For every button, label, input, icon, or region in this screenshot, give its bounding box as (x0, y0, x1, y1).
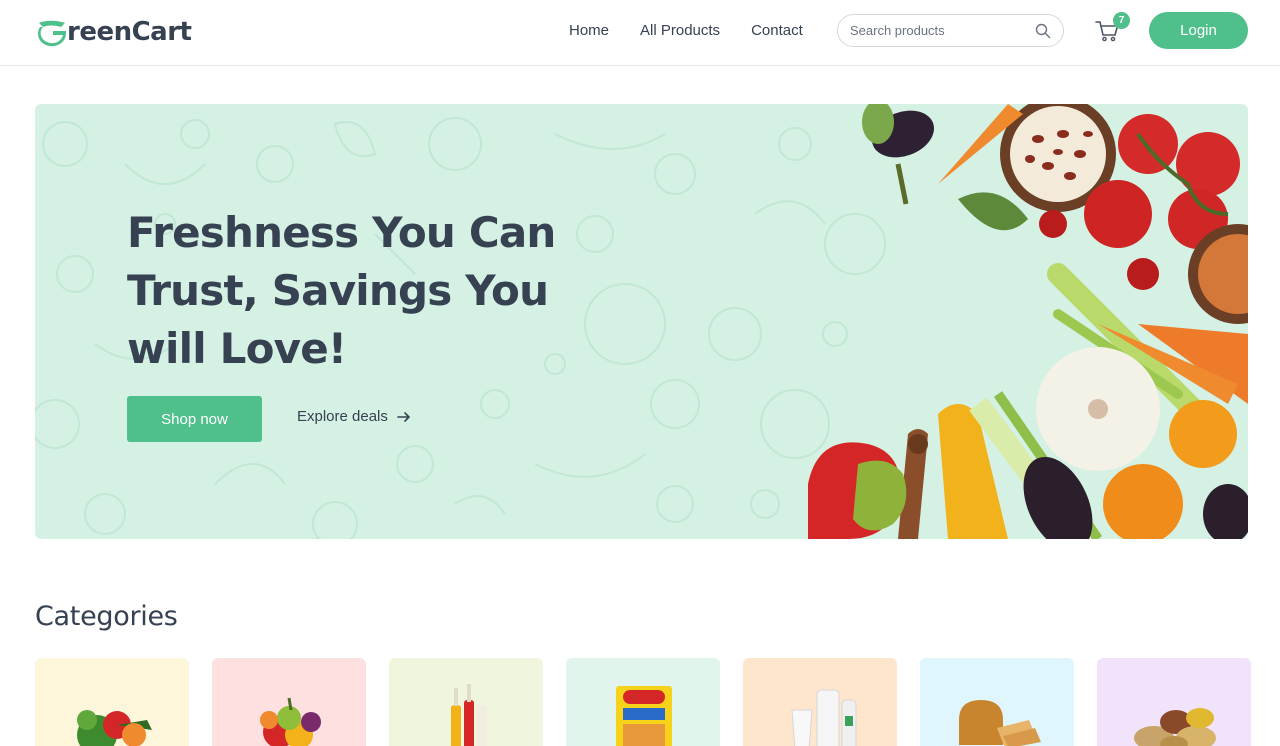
vegetables-illustration (808, 104, 1248, 539)
category-card-drinks[interactable] (389, 658, 543, 746)
grains-icon (1134, 708, 1216, 746)
login-button[interactable]: Login (1149, 12, 1248, 49)
cart-count-badge: 7 (1113, 12, 1130, 29)
category-card-dairy[interactable] (743, 658, 897, 746)
logo[interactable]: reenCart (35, 15, 192, 49)
site-header: reenCart Home All Products Contact 7 Log… (0, 0, 1280, 66)
search-input[interactable] (850, 23, 1030, 38)
vegetables-icon (77, 710, 152, 746)
dairy-icon (791, 689, 857, 746)
instant-noodles-icon (616, 686, 672, 746)
nav-contact[interactable]: Contact (751, 20, 803, 42)
hero-banner: Freshness You Can Trust, Savings You wil… (35, 104, 1248, 539)
search-icon[interactable] (1035, 23, 1051, 39)
search-bar (837, 14, 1064, 47)
categories-list (35, 658, 1251, 746)
explore-deals-link[interactable]: Explore deals (297, 408, 412, 425)
categories-heading: Categories (35, 601, 178, 632)
category-card-grains[interactable] (1097, 658, 1251, 746)
main-nav: Home All Products Contact (569, 20, 803, 42)
bread-icon (959, 700, 1041, 746)
category-card-fruits[interactable] (212, 658, 366, 746)
nav-home[interactable]: Home (569, 20, 609, 42)
nav-all-products[interactable]: All Products (640, 20, 720, 42)
arrow-right-icon (397, 411, 410, 422)
leaf-g-icon (38, 20, 67, 47)
category-card-instant-food[interactable] (566, 658, 720, 746)
hero-title: Freshness You Can Trust, Savings You wil… (127, 208, 556, 373)
fruits-icon (260, 697, 321, 746)
explore-deals-label: Explore deals (297, 408, 388, 425)
drinks-icon (451, 684, 487, 746)
shop-now-button[interactable]: Shop now (127, 396, 262, 442)
category-card-bakery[interactable] (920, 658, 1074, 746)
brand-name: reenCart (67, 17, 192, 47)
category-card-vegetables[interactable] (35, 658, 189, 746)
